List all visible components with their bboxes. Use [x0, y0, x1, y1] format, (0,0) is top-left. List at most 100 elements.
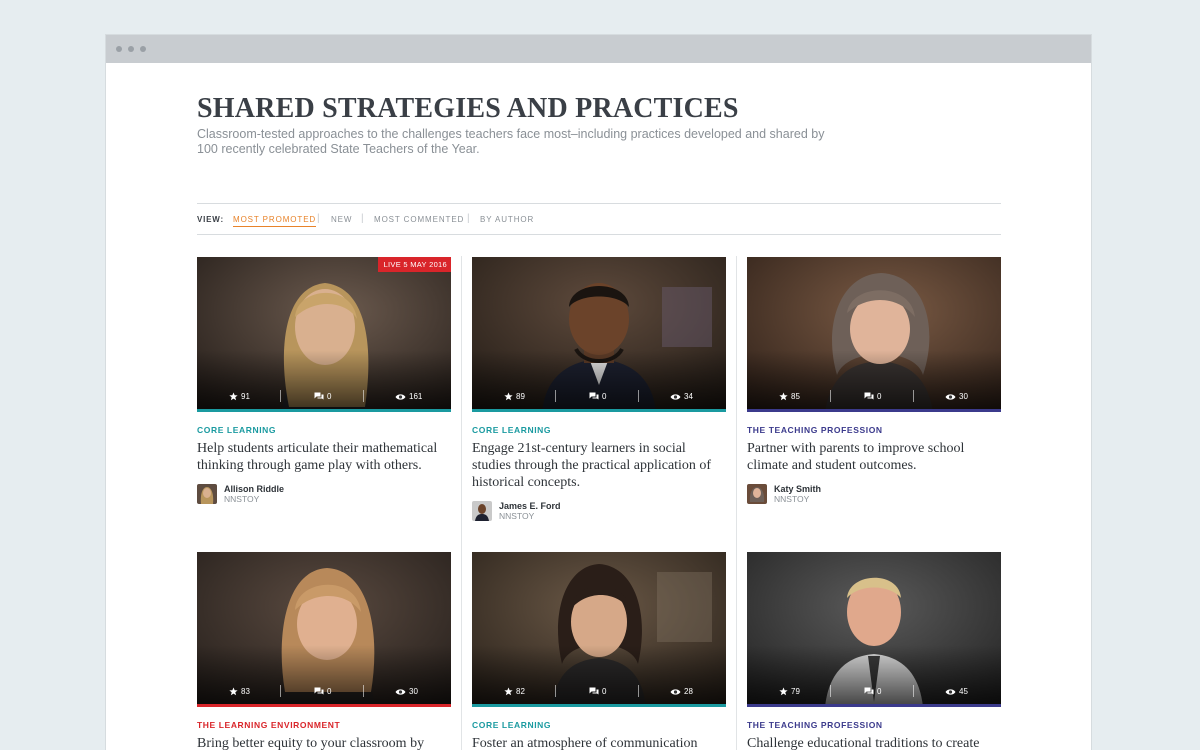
stat-separator	[280, 685, 281, 697]
views-stat: 30	[945, 392, 968, 401]
stars-count: 89	[516, 392, 525, 401]
views-count: 28	[684, 687, 693, 696]
author-org: NNSTOY	[224, 494, 260, 504]
view-option-most-promoted[interactable]: MOST PROMOTED	[233, 215, 317, 227]
stars-stat: 89	[504, 392, 525, 401]
comments-stat: 0	[589, 687, 606, 696]
card-author[interactable]: James E. Ford NNSTOY	[472, 500, 726, 522]
card-author[interactable]: Allison Riddle NNSTOY	[197, 483, 451, 505]
stat-separator	[913, 685, 914, 697]
view-separator: |	[361, 213, 364, 224]
avatar	[197, 484, 217, 504]
stats-bar: 91 0 161	[197, 390, 451, 404]
view-option-by-author[interactable]: BY AUTHOR	[480, 215, 534, 224]
comment-icon	[589, 392, 599, 400]
card-category[interactable]: THE LEARNING ENVIRONMENT	[197, 720, 451, 730]
stat-separator	[830, 390, 831, 402]
stat-separator	[555, 390, 556, 402]
portrait-image	[197, 257, 451, 412]
card-author[interactable]: Katy Smith NNSTOY	[747, 483, 1001, 505]
strategy-card[interactable]: 85 0 30 THE TEACHING PROFESSION Partner …	[747, 257, 1001, 505]
views-count: 34	[684, 392, 693, 401]
card-title[interactable]: Foster an atmosphere of communication	[472, 735, 726, 750]
stats-bar: 85 0 30	[747, 390, 1001, 404]
stat-separator	[555, 685, 556, 697]
comments-count: 0	[327, 392, 332, 401]
stat-separator	[363, 685, 364, 697]
window-dot[interactable]	[128, 46, 134, 52]
avatar	[472, 501, 492, 521]
video-thumbnail[interactable]: 82 0 28	[472, 552, 726, 707]
page-description: Classroom-tested approaches to the chall…	[197, 127, 825, 156]
comments-stat: 0	[864, 687, 881, 696]
view-filter-bar: VIEW: MOST PROMOTED | NEW | MOST COMMENT…	[197, 203, 1001, 235]
author-org: NNSTOY	[774, 494, 810, 504]
star-icon	[504, 392, 513, 401]
views-stat: 45	[945, 687, 968, 696]
eye-icon	[670, 688, 681, 695]
strategy-card[interactable]: 89 0 34 CORE LEARNING Engage 21st-centur…	[472, 257, 726, 522]
strategy-card[interactable]: LIVE 5 MAY 2016 91 0 161 CORE LEARNING H…	[197, 257, 451, 505]
view-separator: |	[467, 213, 470, 224]
strategy-card[interactable]: 83 0 30 THE LEARNING ENVIRONMENT Bring b…	[197, 552, 451, 750]
card-category[interactable]: CORE LEARNING	[472, 425, 726, 435]
card-category[interactable]: THE TEACHING PROFESSION	[747, 720, 1001, 730]
stats-bar: 89 0 34	[472, 390, 726, 404]
video-thumbnail[interactable]: 83 0 30	[197, 552, 451, 707]
card-category[interactable]: THE TEACHING PROFESSION	[747, 425, 1001, 435]
column-divider	[461, 256, 462, 750]
stars-stat: 83	[229, 687, 250, 696]
stars-stat: 91	[229, 392, 250, 401]
views-stat: 30	[395, 687, 418, 696]
stat-separator	[363, 390, 364, 402]
stat-separator	[913, 390, 914, 402]
strategy-card[interactable]: 82 0 28 CORE LEARNING Foster an atmosphe…	[472, 552, 726, 750]
card-category[interactable]: CORE LEARNING	[197, 425, 451, 435]
category-accent-bar	[197, 704, 451, 707]
stat-separator	[638, 390, 639, 402]
portrait-image	[472, 552, 726, 707]
card-title[interactable]: Engage 21st-century learners in social s…	[472, 440, 726, 491]
category-accent-bar	[197, 409, 451, 412]
category-accent-bar	[747, 704, 1001, 707]
stats-bar: 83 0 30	[197, 685, 451, 699]
column-divider	[736, 256, 737, 750]
video-thumbnail[interactable]: 89 0 34	[472, 257, 726, 412]
category-accent-bar	[472, 704, 726, 707]
comments-count: 0	[327, 687, 332, 696]
eye-icon	[945, 393, 956, 400]
stars-count: 79	[791, 687, 800, 696]
card-title[interactable]: Help students articulate their mathemati…	[197, 440, 451, 474]
strategy-card[interactable]: 79 0 45 THE TEACHING PROFESSION Challeng…	[747, 552, 1001, 750]
eye-icon	[395, 688, 406, 695]
window-dot[interactable]	[140, 46, 146, 52]
card-title[interactable]: Challenge educational traditions to crea…	[747, 735, 1001, 750]
comment-icon	[864, 687, 874, 695]
stat-separator	[830, 685, 831, 697]
card-category[interactable]: CORE LEARNING	[472, 720, 726, 730]
views-stat: 28	[670, 687, 693, 696]
video-thumbnail[interactable]: 79 0 45	[747, 552, 1001, 707]
card-title[interactable]: Bring better equity to your classroom by	[197, 735, 451, 750]
video-thumbnail[interactable]: LIVE 5 MAY 2016 91 0 161	[197, 257, 451, 412]
card-title[interactable]: Partner with parents to improve school c…	[747, 440, 1001, 474]
category-accent-bar	[472, 409, 726, 412]
star-icon	[229, 392, 238, 401]
stars-stat: 79	[779, 687, 800, 696]
view-option-new[interactable]: NEW	[331, 215, 352, 224]
comments-stat: 0	[314, 392, 331, 401]
comments-count: 0	[877, 392, 882, 401]
view-option-most-commented[interactable]: MOST COMMENTED	[374, 215, 464, 224]
comments-count: 0	[602, 687, 607, 696]
stat-separator	[280, 390, 281, 402]
stat-separator	[638, 685, 639, 697]
comment-icon	[314, 392, 324, 400]
comment-icon	[864, 392, 874, 400]
video-thumbnail[interactable]: 85 0 30	[747, 257, 1001, 412]
star-icon	[504, 687, 513, 696]
page-title: SHARED STRATEGIES AND PRACTICES	[197, 93, 739, 124]
views-count: 161	[409, 392, 423, 401]
star-icon	[779, 687, 788, 696]
author-name: James E. Ford	[499, 501, 561, 511]
window-dot[interactable]	[116, 46, 122, 52]
